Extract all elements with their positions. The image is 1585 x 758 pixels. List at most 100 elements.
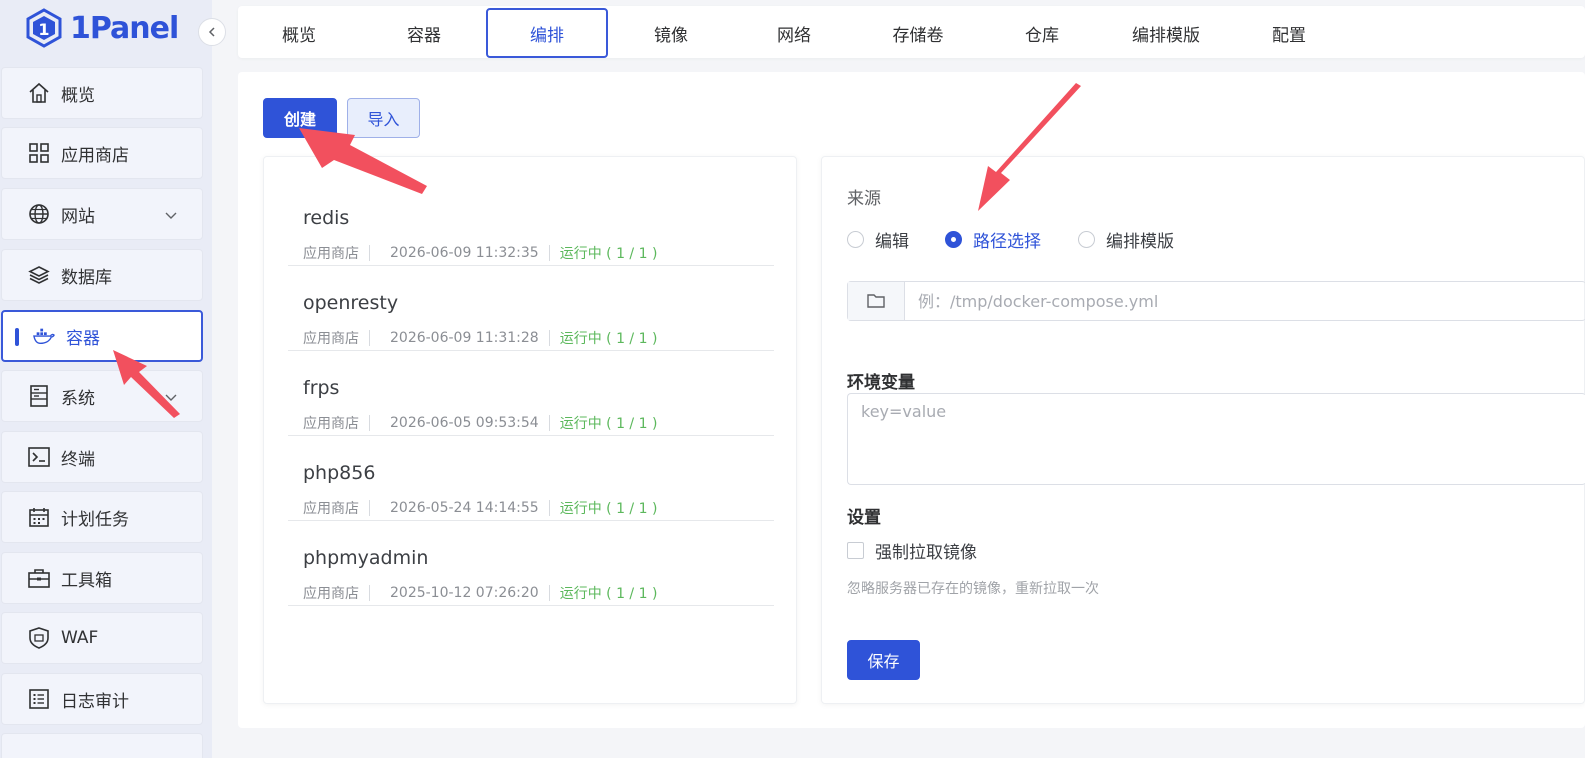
sidebar-item-app-store[interactable]: 应用商店 (1, 127, 203, 179)
compose-date: 2026-06-05 09:53:54 (390, 415, 539, 431)
radio-circle[interactable] (1078, 231, 1095, 248)
list-item[interactable]: php856 应用商店 2026-05-24 14:14:55 运行中 ( 1 … (288, 436, 774, 521)
compose-source: 应用商店 (303, 586, 359, 602)
sidebar-item-log-audit[interactable]: 日志审计 (1, 673, 203, 725)
folder-picker-button[interactable] (848, 282, 905, 320)
tab-overview[interactable]: 概览 (238, 8, 360, 58)
status-badge: 运行中 ( 1 / 1 ) (559, 246, 658, 262)
sidebar-item-system[interactable]: 系统 (1, 370, 203, 422)
radio-label: 编排模版 (1106, 232, 1174, 252)
compose-date: 2025-10-12 07:26:20 (390, 585, 539, 601)
status-badge: 运行中 ( 1 / 1 ) (559, 586, 658, 602)
compose-meta: 应用商店 2025-10-12 07:26:20 运行中 ( 1 / 1 ) (303, 583, 657, 603)
sidebar-item-label: WAF (61, 628, 99, 648)
divider (369, 500, 370, 516)
shield-icon (28, 627, 50, 649)
logo-text: 1Panel (70, 10, 179, 46)
source-radio-edit[interactable]: 编辑 (847, 227, 909, 252)
create-button[interactable]: 创建 (263, 98, 337, 138)
compose-source: 应用商店 (303, 416, 359, 432)
compose-panel: 创建 导入 redis 应用商店 2026-06-09 11:32:35 运行中… (238, 72, 1585, 728)
sidebar-item-container[interactable]: 容器 (1, 310, 203, 362)
status-badge: 运行中 ( 1 / 1 ) (559, 331, 658, 347)
collapse-sidebar-button[interactable] (198, 18, 226, 46)
sidebar-item-label: 日志审计 (61, 691, 129, 712)
container-tabs: 概览 容器 编排 镜像 网络 存储卷 仓库 编排模版 配置 (238, 6, 1585, 58)
tab-compose-templates[interactable]: 编排模版 (1105, 8, 1227, 58)
radio-circle[interactable] (847, 231, 864, 248)
chevron-left-icon (208, 27, 215, 37)
compose-source: 应用商店 (303, 246, 359, 262)
tab-settings[interactable]: 配置 (1228, 8, 1350, 58)
list-item[interactable]: openresty 应用商店 2026-06-09 11:31:28 运行中 (… (288, 266, 774, 351)
toolbox-icon (28, 567, 50, 589)
env-textarea[interactable] (847, 393, 1585, 485)
sidebar-item-terminal[interactable]: 终端 (1, 431, 203, 483)
source-radio-path[interactable]: 路径选择 (945, 227, 1041, 252)
compose-date: 2026-06-09 11:32:35 (390, 245, 539, 261)
radio-label: 路径选择 (973, 232, 1041, 252)
chevron-down-icon (164, 389, 178, 409)
compose-name[interactable]: phpmyadmin (303, 547, 428, 569)
env-label: 环境变量 (847, 373, 915, 393)
divider (369, 415, 370, 431)
list-item[interactable]: frps 应用商店 2026-06-05 09:53:54 运行中 ( 1 / … (288, 351, 774, 436)
divider (548, 415, 550, 431)
compose-name[interactable]: redis (303, 207, 349, 229)
divider (548, 500, 550, 516)
sidebar-item-label: 概览 (61, 85, 95, 106)
compose-name[interactable]: openresty (303, 292, 398, 314)
force-pull-checkbox[interactable]: 强制拉取镜像 (847, 538, 977, 563)
sidebar-item-label: 工具箱 (61, 570, 112, 591)
globe-icon (28, 203, 50, 225)
sidebar-item-more[interactable] (1, 733, 203, 758)
tab-repositories[interactable]: 仓库 (981, 8, 1103, 58)
status-badge: 运行中 ( 1 / 1 ) (559, 416, 658, 432)
list-item[interactable]: phpmyadmin 应用商店 2025-10-12 07:26:20 运行中 … (288, 521, 774, 606)
sidebar-item-cron[interactable]: 计划任务 (1, 491, 203, 543)
tab-containers[interactable]: 容器 (363, 8, 485, 58)
list-item[interactable]: redis 应用商店 2026-06-09 11:32:35 运行中 ( 1 /… (288, 181, 774, 266)
sidebar-item-label: 容器 (66, 328, 100, 349)
compose-create-form: 来源 编辑 路径选择 编排模版 环境变量 设置 强制拉取镜像 忽略服务器已存在的… (821, 156, 1585, 704)
divider (548, 585, 550, 601)
sidebar-item-label: 网站 (61, 206, 95, 227)
app-logo[interactable]: 1 1Panel (24, 6, 179, 50)
docker-icon (33, 325, 55, 347)
tab-compose[interactable]: 编排 (486, 8, 608, 58)
tab-volumes[interactable]: 存储卷 (857, 8, 979, 58)
sidebar-item-label: 计划任务 (61, 509, 129, 530)
tab-images[interactable]: 镜像 (610, 8, 732, 58)
sidebar-item-label: 数据库 (61, 267, 112, 288)
sidebar-item-database[interactable]: 数据库 (1, 249, 203, 301)
save-button[interactable]: 保存 (847, 640, 920, 680)
import-button[interactable]: 导入 (347, 98, 420, 138)
settings-label: 设置 (847, 508, 881, 528)
home-icon (28, 82, 50, 104)
divider (369, 245, 370, 261)
grid-icon (28, 142, 50, 164)
checkbox-box[interactable] (847, 542, 864, 559)
compose-name[interactable]: php856 (303, 462, 375, 484)
source-radio-template[interactable]: 编排模版 (1078, 227, 1174, 252)
source-label: 来源 (847, 189, 881, 209)
compose-name[interactable]: frps (303, 377, 339, 399)
compose-date: 2026-06-09 11:31:28 (390, 330, 539, 346)
sidebar: 1 1Panel 概览 应用商店 网站 数据库 容器 系统 终端 计划任务 工具… (0, 0, 226, 758)
divider (548, 245, 550, 261)
sidebar-item-label: 终端 (61, 449, 95, 470)
chevron-down-icon (164, 207, 178, 227)
sidebar-item-waf[interactable]: WAF (1, 612, 203, 664)
compose-meta: 应用商店 2026-05-24 14:14:55 运行中 ( 1 / 1 ) (303, 498, 657, 518)
divider (369, 330, 370, 346)
sidebar-item-toolbox[interactable]: 工具箱 (1, 552, 203, 604)
compose-path-input[interactable] (905, 282, 1585, 320)
tab-network[interactable]: 网络 (733, 8, 855, 58)
status-badge: 运行中 ( 1 / 1 ) (559, 501, 658, 517)
sidebar-item-label: 应用商店 (61, 145, 129, 166)
server-icon (28, 385, 50, 407)
sidebar-item-overview[interactable]: 概览 (1, 67, 203, 119)
sidebar-item-website[interactable]: 网站 (1, 188, 203, 240)
radio-circle[interactable] (945, 231, 962, 248)
layers-icon (28, 264, 50, 286)
